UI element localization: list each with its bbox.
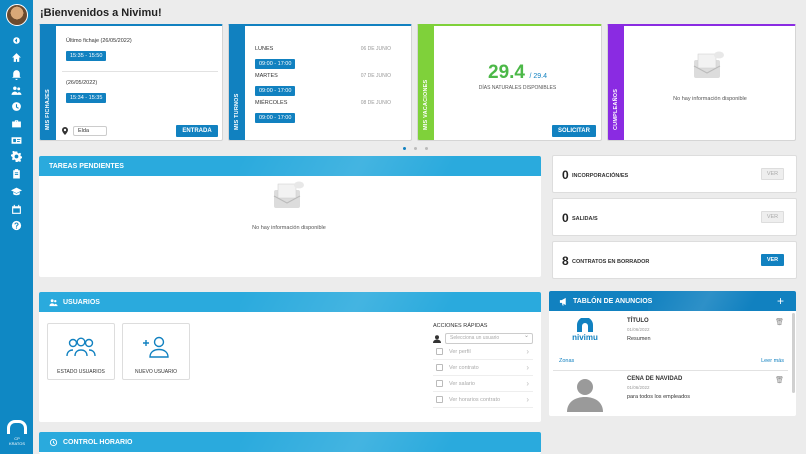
usuarios-title: USUARIOS <box>63 298 100 306</box>
profile-icon <box>436 348 443 355</box>
user-icon <box>433 334 441 343</box>
ver-contratos-button[interactable]: VER <box>761 254 784 266</box>
document-icon <box>436 364 443 371</box>
fichajes-card: MIS FICHAJES Último fichaje (26/05/2022)… <box>39 24 223 141</box>
clock-icon <box>49 438 58 446</box>
sidebar: CP KRATOS <box>0 0 33 454</box>
cumpleanos-card: CUMPLEAÑOS No hay información disponible <box>607 24 796 141</box>
empty-inbox-icon <box>273 181 304 208</box>
user-select[interactable]: Selecciona un usuario <box>445 332 533 344</box>
vacaciones-count: 29.4 / 29.4 <box>488 62 547 83</box>
add-anuncio-icon[interactable]: + <box>777 294 784 308</box>
tareas-header: TAREAS PENDIENTES <box>39 156 541 176</box>
bell-icon[interactable] <box>9 68 24 80</box>
turno-item: LUNES 06 DE JUNIO 09:00 - 17:00 <box>255 46 391 69</box>
id-card-icon[interactable] <box>9 134 24 146</box>
salidas-counter: 0 SALIDA/S VER <box>552 198 797 236</box>
ver-incorporaciones-button[interactable]: VER <box>761 168 784 180</box>
vacaciones-label: DÍAS NATURALES DISPONIBLES <box>478 85 557 91</box>
nivimu-logo: nivimu <box>572 318 598 342</box>
fichajes-strip: MIS FICHAJES <box>40 26 56 140</box>
calendar-icon[interactable] <box>9 203 24 215</box>
ver-contrato-action[interactable]: Ver contrato › <box>433 360 533 376</box>
briefcase-icon[interactable] <box>9 117 24 129</box>
control-horario-header: CONTROL HORARIO <box>39 432 541 452</box>
estado-usuarios-tile[interactable]: ESTADO USUARIOS <box>47 323 115 380</box>
add-user-icon <box>143 336 169 358</box>
chevron-icon[interactable] <box>9 34 24 46</box>
fichaje-time: 15:35 - 15:50 <box>66 51 107 61</box>
clipboard-icon[interactable] <box>9 167 24 179</box>
trash-icon[interactable]: 🗑 <box>775 318 784 326</box>
location-select[interactable]: Elda <box>62 126 107 136</box>
clock-icon[interactable] <box>9 100 24 112</box>
cumpleanos-empty-text: No hay información disponible <box>673 96 747 102</box>
ver-perfil-action[interactable]: Ver perfil › <box>433 344 533 360</box>
anuncios-scrollbar[interactable] <box>792 313 795 393</box>
location-pin-icon <box>62 127 68 135</box>
ver-salario-action[interactable]: Ver salario › <box>433 376 533 392</box>
svg-text:nivimu: nivimu <box>572 333 598 342</box>
users-icon <box>49 298 58 306</box>
cumpleanos-strip: CUMPLEAÑOS <box>608 26 624 140</box>
ver-salidas-button[interactable]: VER <box>761 211 784 223</box>
incorporaciones-counter: 0 INCORPORACIÓN/ES VER <box>552 155 797 193</box>
fichaje-entry: Último fichaje (26/05/2022) 15:35 - 15:5… <box>66 38 132 61</box>
carousel-dots[interactable] <box>403 147 428 150</box>
brand-logo: CP KRATOS <box>6 420 28 446</box>
calendar-icon <box>436 396 443 403</box>
turno-item: MIÉRCOLES 08 DE JUNIO 09:00 - 17:00 <box>255 100 391 123</box>
anuncios-section: TABLÓN DE ANUNCIOS + nivimu TÍTULO 01/06… <box>549 291 796 416</box>
avatar[interactable] <box>6 4 28 26</box>
tareas-empty-text: No hay información disponible <box>252 225 326 231</box>
nuevo-usuario-tile[interactable]: NUEVO USUARIO <box>122 323 190 380</box>
turnos-strip: MIS TURNOS <box>229 26 245 140</box>
person-placeholder-icon <box>567 379 603 412</box>
users-group-icon <box>66 337 96 357</box>
vacaciones-strip: MIS VACACIONES <box>418 26 434 140</box>
settings-icon[interactable] <box>9 150 24 162</box>
tareas-title: TAREAS PENDIENTES <box>49 162 124 170</box>
zonas-link[interactable]: Zonas <box>559 358 574 364</box>
turnos-card: MIS TURNOS LUNES 06 DE JUNIO 09:00 - 17:… <box>228 24 412 141</box>
megaphone-icon <box>559 297 566 306</box>
users-icon[interactable] <box>9 84 24 96</box>
contratos-counter: 8 CONTRATOS EN BORRADOR VER <box>552 241 797 279</box>
solicitar-button[interactable]: SOLICITAR <box>552 125 596 137</box>
turno-item: MARTES 07 DE JUNIO 09:00 - 17:00 <box>255 73 391 96</box>
usuarios-section: USUARIOS ESTADO USUARIOS NUEVO USUARIO A… <box>39 292 541 422</box>
page-title: ¡Bienvenidos a Nivimu! <box>40 7 162 19</box>
fichaje-entry: (26/05/2022) 15:34 - 15:35 <box>66 80 216 104</box>
help-icon[interactable] <box>9 219 24 231</box>
home-icon[interactable] <box>9 51 24 63</box>
anuncios-title: TABLÓN DE ANUNCIOS <box>573 297 653 305</box>
empty-inbox-icon <box>693 51 724 78</box>
anuncios-header: TABLÓN DE ANUNCIOS <box>549 291 796 311</box>
control-horario-section: CONTROL HORARIO <box>39 432 541 454</box>
usuarios-header: USUARIOS <box>39 292 541 312</box>
fichaje-time: 15:34 - 15:35 <box>66 93 107 103</box>
trash-icon[interactable]: 🗑 <box>775 376 784 384</box>
ver-horarios-action[interactable]: Ver horarios contrato › <box>433 392 533 408</box>
graduation-icon[interactable] <box>9 185 24 197</box>
control-horario-title: CONTROL HORARIO <box>63 438 133 446</box>
vacaciones-card: MIS VACACIONES 29.4 / 29.4 DÍAS NATURALE… <box>417 24 602 141</box>
acciones-rapidas: ACCIONES RÁPIDAS Selecciona un usuario V… <box>433 323 533 408</box>
euro-icon <box>436 380 443 387</box>
entrada-button[interactable]: ENTRADA <box>176 125 218 137</box>
leer-mas-link[interactable]: Leer más <box>761 358 784 364</box>
tareas-section: TAREAS PENDIENTES No hay información dis… <box>39 156 541 277</box>
